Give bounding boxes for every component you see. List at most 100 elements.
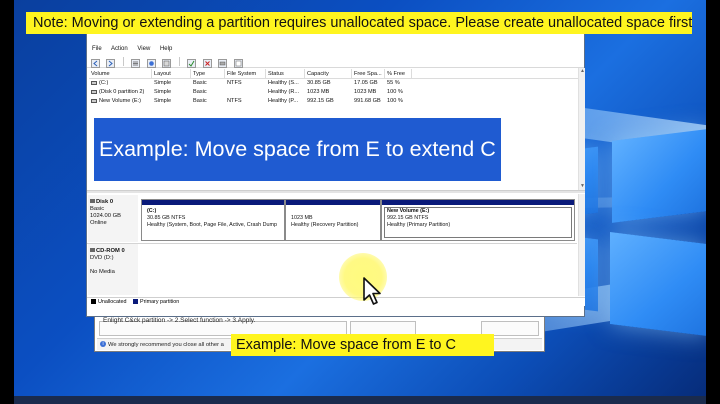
- column-header[interactable]: Type: [193, 69, 226, 79]
- cdrom-media: No Media: [90, 269, 115, 275]
- view-icon[interactable]: [233, 59, 243, 68]
- volume-cell: New Volume (E:): [91, 97, 151, 106]
- free-space-cell: 991.68 GB: [354, 98, 381, 104]
- column-header[interactable]: Volume: [91, 69, 151, 79]
- mouse-cursor-icon: [363, 277, 381, 305]
- menu-action[interactable]: Action: [111, 46, 128, 52]
- partition-e[interactable]: New Volume (E:) 992.15 GB NTFS Healthy (…: [381, 199, 575, 241]
- unallocated-swatch: [91, 299, 96, 305]
- back-arrow-icon[interactable]: [91, 59, 100, 68]
- free-space-cell: 1023 MB: [354, 89, 377, 95]
- table-row[interactable]: New Volume (E:) Simple Basic NTFS Health…: [89, 97, 578, 106]
- column-divider[interactable]: [265, 69, 266, 79]
- disk-icon: [90, 199, 95, 204]
- menu-help[interactable]: Help: [160, 46, 172, 52]
- partition-c[interactable]: (C:) 30.85 GB NTFS Healthy (System, Boot…: [141, 199, 285, 241]
- menu-bar: File Action View Help: [87, 43, 584, 55]
- volume-list-header: Volume Layout Type File System Status Ca…: [89, 69, 578, 79]
- column-divider[interactable]: [411, 69, 412, 79]
- scroll-up-icon[interactable]: ▲: [580, 69, 585, 74]
- column-header[interactable]: File System: [227, 69, 267, 79]
- type-cell: Basic: [193, 89, 207, 95]
- layout-cell: Simple: [154, 89, 172, 95]
- partition-title: New Volume (E:): [387, 208, 430, 214]
- disk-size: 1024.00 GB: [90, 213, 121, 219]
- status-cell: Healthy (S...: [268, 80, 299, 86]
- help-icon[interactable]: [146, 59, 156, 68]
- layout-cell: Simple: [154, 98, 172, 104]
- status-cell: Healthy (R...: [268, 89, 300, 95]
- volume-cell: (Disk 0 partition 2): [91, 88, 151, 97]
- percent-free-cell: 100 %: [387, 98, 403, 104]
- legend-primary: Primary partition: [139, 299, 180, 305]
- column-header[interactable]: Status: [268, 69, 305, 79]
- column-header[interactable]: % Free: [387, 69, 411, 79]
- dialog-instruction-text: Enlight C&ck partition -> 2.Select funct…: [103, 317, 256, 324]
- partition-info: New Volume (E:) 992.15 GB NTFS Healthy (…: [387, 208, 572, 229]
- check-icon[interactable]: [187, 59, 197, 68]
- primary-partition-bar: [382, 200, 574, 205]
- disk-0-label[interactable]: Disk 0 Basic 1024.00 GB Online: [90, 199, 138, 227]
- volume-name: (Disk 0 partition 2): [99, 89, 145, 95]
- partition-recovery[interactable]: 1023 MB Healthy (Recovery Partition): [285, 199, 381, 241]
- note-banner: Note: Moving or extending a partition re…: [26, 12, 692, 34]
- caption-banner: Example: Move space from E to C: [231, 334, 494, 356]
- disk-management-window: File Action View Help Volume Layout Type…: [86, 33, 585, 317]
- disk-map: Disk 0 Basic 1024.00 GB Online CD-ROM 0 …: [87, 193, 585, 297]
- forward-arrow-icon[interactable]: [106, 59, 116, 68]
- column-divider[interactable]: [384, 69, 385, 79]
- column-divider[interactable]: [224, 69, 225, 79]
- partition-status: Healthy (Primary Partition): [387, 222, 451, 228]
- partition-size: 30.85 GB NTFS: [147, 215, 186, 221]
- layout-cell: Simple: [154, 80, 172, 86]
- column-divider[interactable]: [190, 69, 191, 79]
- video-frame: Enlight C&ck partition -> 2.Select funct…: [0, 0, 720, 404]
- disk-map-scrollbar[interactable]: [578, 194, 585, 296]
- menu-view[interactable]: View: [137, 46, 150, 52]
- table-row[interactable]: (Disk 0 partition 2) Simple Basic Health…: [89, 88, 578, 97]
- primary-swatch: [132, 299, 138, 305]
- partition-size: 1023 MB: [291, 215, 313, 221]
- cdrom-icon: [90, 248, 95, 253]
- windows-logo-pane: [612, 129, 706, 223]
- type-cell: Basic: [193, 80, 207, 86]
- partition-title: (C:): [147, 208, 157, 214]
- column-divider[interactable]: [351, 69, 352, 79]
- window-titlebar[interactable]: [87, 34, 584, 43]
- delete-icon[interactable]: [202, 59, 212, 68]
- column-header[interactable]: Free Spa...: [354, 69, 384, 79]
- column-divider[interactable]: [151, 69, 152, 79]
- partition-info: (C:) 30.85 GB NTFS Healthy (System, Boot…: [147, 208, 282, 229]
- properties-icon[interactable]: [162, 59, 172, 68]
- free-space-cell: 17.05 GB: [354, 80, 378, 86]
- partition-size: 992.15 GB NTFS: [387, 215, 429, 221]
- taskbar: [14, 396, 706, 404]
- legend-bar: Unallocated Primary partition: [87, 297, 585, 306]
- partition-status: Healthy (Recovery Partition): [291, 222, 359, 228]
- capacity-cell: 1023 MB: [307, 89, 330, 95]
- list-view-icon[interactable]: [131, 59, 141, 68]
- cdrom-label[interactable]: CD-ROM 0 DVD (D:) No Media: [90, 248, 138, 276]
- volume-name: (C:): [99, 80, 109, 86]
- volume-name: New Volume (E:): [99, 98, 141, 104]
- volume-list-scrollbar[interactable]: ▲ ▼: [578, 68, 585, 190]
- legend-unallocated: Unallocated: [98, 299, 127, 305]
- scroll-down-icon[interactable]: ▼: [580, 184, 585, 189]
- volume-cell: (C:): [91, 79, 151, 88]
- table-row[interactable]: (C:) Simple Basic NTFS Healthy (S... 30.…: [89, 79, 578, 88]
- primary-partition-bar: [142, 200, 284, 205]
- dialog-warning-text: We strongly recommend you close all othe…: [108, 342, 224, 348]
- disk-status: Online: [90, 220, 107, 226]
- column-divider[interactable]: [304, 69, 305, 79]
- column-header[interactable]: Capacity: [307, 69, 351, 79]
- partition-info: 1023 MB Healthy (Recovery Partition): [291, 208, 378, 229]
- toolbar-separator: [122, 57, 124, 66]
- column-header[interactable]: Layout: [154, 69, 189, 79]
- volume-icon: [91, 80, 97, 85]
- menu-file[interactable]: File: [92, 46, 102, 52]
- filesystem-cell: NTFS: [227, 80, 242, 86]
- windows-logo-pane: [610, 232, 706, 336]
- drive-icon[interactable]: [218, 59, 228, 68]
- primary-partition-bar: [286, 200, 380, 205]
- volume-icon: [91, 89, 97, 94]
